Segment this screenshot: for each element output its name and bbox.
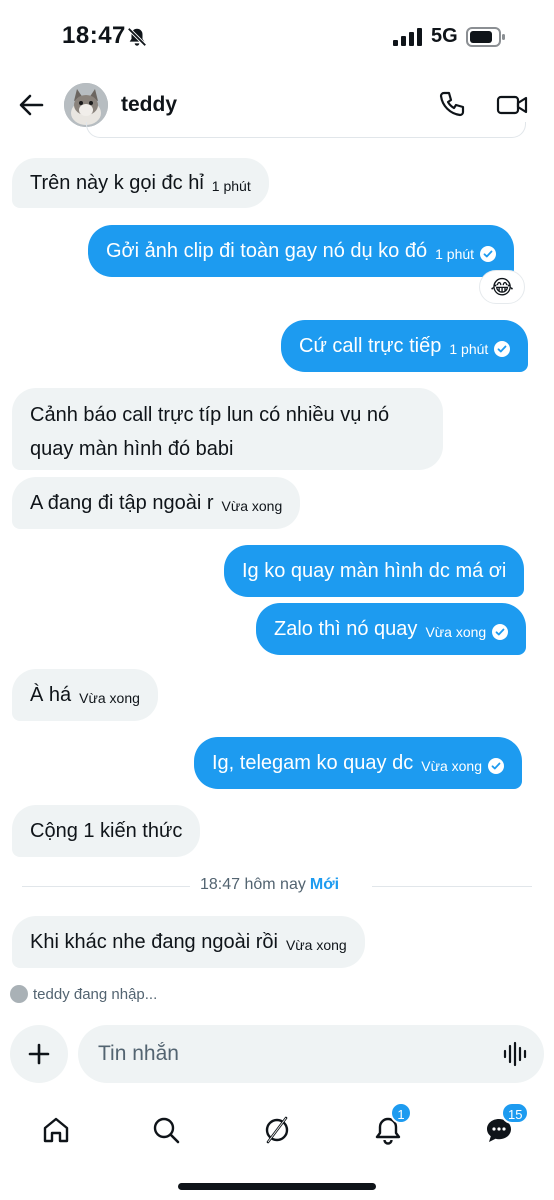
message-time: Vừa xong xyxy=(221,498,283,514)
message-time: 1 phút xyxy=(435,246,475,262)
status-time: 18:47 xyxy=(62,22,126,49)
phone-icon[interactable] xyxy=(436,90,466,120)
message-meta: 1 phút xyxy=(212,169,251,203)
typing-text: teddy đang nhập... xyxy=(33,985,158,1003)
previous-message-edge xyxy=(86,122,526,138)
divider-line-right xyxy=(372,886,532,887)
plus-icon xyxy=(28,1043,50,1065)
message-time: Vừa xong xyxy=(285,937,347,953)
message-text: Khi khác nhe đang ngoài rồi xyxy=(30,931,278,953)
message-composer xyxy=(78,1025,544,1083)
read-check-icon xyxy=(487,758,504,774)
message-meta: 1 phút xyxy=(435,237,497,271)
nav-home[interactable] xyxy=(34,1108,78,1152)
contact-name[interactable]: teddy xyxy=(121,93,177,117)
message-text: Cảnh báo call trực típ lun có nhiều vụ n… xyxy=(30,404,390,460)
nav-search[interactable] xyxy=(144,1108,188,1152)
message-bubble[interactable]: Trên này k gọi đc hỉ 1 phút xyxy=(12,158,269,208)
message-meta: Vừa xong xyxy=(425,615,509,649)
divider-label: 18:47 hôm nay Mới xyxy=(200,876,339,894)
message-bubble[interactable]: Cứ call trực tiếp 1 phút xyxy=(281,320,529,372)
read-check-icon xyxy=(494,341,511,357)
message-input[interactable] xyxy=(98,1039,488,1069)
message-time: 1 phút xyxy=(449,341,489,357)
reaction-emoji: 😂 xyxy=(490,276,514,299)
message-text: À há xyxy=(30,684,72,706)
voice-waveform-icon[interactable] xyxy=(502,1040,530,1068)
message-bubble[interactable]: Cộng 1 kiến thức xyxy=(12,805,201,857)
message-bubble[interactable]: Ig ko quay màn hình dc má ơi xyxy=(224,545,525,597)
status-bar: 18:47 5G xyxy=(0,0,554,72)
message-time: Vừa xong xyxy=(79,690,140,706)
back-arrow-icon[interactable] xyxy=(16,90,46,120)
message-meta: Vừa xong xyxy=(79,681,140,715)
add-attachment-button[interactable] xyxy=(10,1025,68,1083)
read-check-icon xyxy=(480,246,497,262)
message-bubble[interactable]: À há Vừa xong xyxy=(12,669,158,721)
notification-badge: 1 xyxy=(390,1102,412,1124)
message-meta: Vừa xong xyxy=(421,749,504,783)
message-text: Ig, telegam ko quay dc xyxy=(212,752,414,774)
message-text: Ig ko quay màn hình dc má ơi xyxy=(242,560,507,582)
video-camera-icon[interactable] xyxy=(496,90,528,120)
message-text: Trên này k gọi đc hỉ xyxy=(30,172,204,194)
divider-line-left xyxy=(22,886,190,887)
message-meta: 1 phút xyxy=(449,332,511,366)
conversation-header: teddy xyxy=(0,72,554,138)
message-bubble[interactable]: Gởi ảnh clip đi toàn gay nó dụ ko đó 1 p… xyxy=(88,225,515,277)
message-time: Vừa xong xyxy=(425,624,487,640)
home-icon xyxy=(43,1117,69,1143)
message-text: Zalo thì nó quay xyxy=(274,618,418,640)
nav-grok[interactable] xyxy=(255,1108,299,1152)
typing-indicator: teddy đang nhập... xyxy=(10,985,157,1003)
nav-notifications[interactable]: 1 xyxy=(366,1102,412,1152)
message-text: Cứ call trực tiếp xyxy=(299,335,442,357)
home-indicator xyxy=(178,1183,376,1190)
signal-bars-icon xyxy=(393,28,422,46)
messages-badge: 15 xyxy=(501,1102,530,1124)
read-check-icon xyxy=(492,624,509,640)
battery-icon xyxy=(466,27,505,47)
message-bubble[interactable]: A đang đi tập ngoài r Vừa xong xyxy=(12,477,301,529)
cat-avatar-image xyxy=(64,83,108,127)
message-bubble[interactable]: Cảnh báo call trực típ lun có nhiều vụ n… xyxy=(12,388,443,470)
message-meta: Vừa xong xyxy=(286,928,347,962)
typing-avatar xyxy=(10,985,28,1003)
message-bubble[interactable]: Khi khác nhe đang ngoài rồi Vừa xong xyxy=(12,916,365,968)
reaction-badge[interactable]: 😂 xyxy=(479,270,525,304)
divider-time: 18:47 hôm nay xyxy=(200,876,306,893)
message-text: Gởi ảnh clip đi toàn gay nó dụ ko đó xyxy=(106,240,428,262)
grok-icon xyxy=(265,1116,289,1144)
network-type: 5G xyxy=(431,25,458,47)
nav-messages[interactable]: 15 xyxy=(477,1102,530,1152)
message-meta: Vừa xong xyxy=(221,489,282,523)
message-text: Cộng 1 kiến thức xyxy=(30,820,183,842)
search-icon xyxy=(153,1117,180,1144)
bell-slash-icon xyxy=(127,27,147,47)
message-bubble[interactable]: Ig, telegam ko quay dc Vừa xong xyxy=(194,737,522,789)
message-time: Vừa xong xyxy=(421,758,482,774)
new-label: Mới xyxy=(309,876,340,893)
message-time: 1 phút xyxy=(211,178,251,194)
new-messages-divider: 18:47 hôm nay Mới xyxy=(22,873,532,899)
avatar[interactable] xyxy=(64,83,108,127)
message-text: A đang đi tập ngoài r xyxy=(30,492,214,514)
message-bubble[interactable]: Zalo thì nó quay Vừa xong xyxy=(256,603,527,655)
